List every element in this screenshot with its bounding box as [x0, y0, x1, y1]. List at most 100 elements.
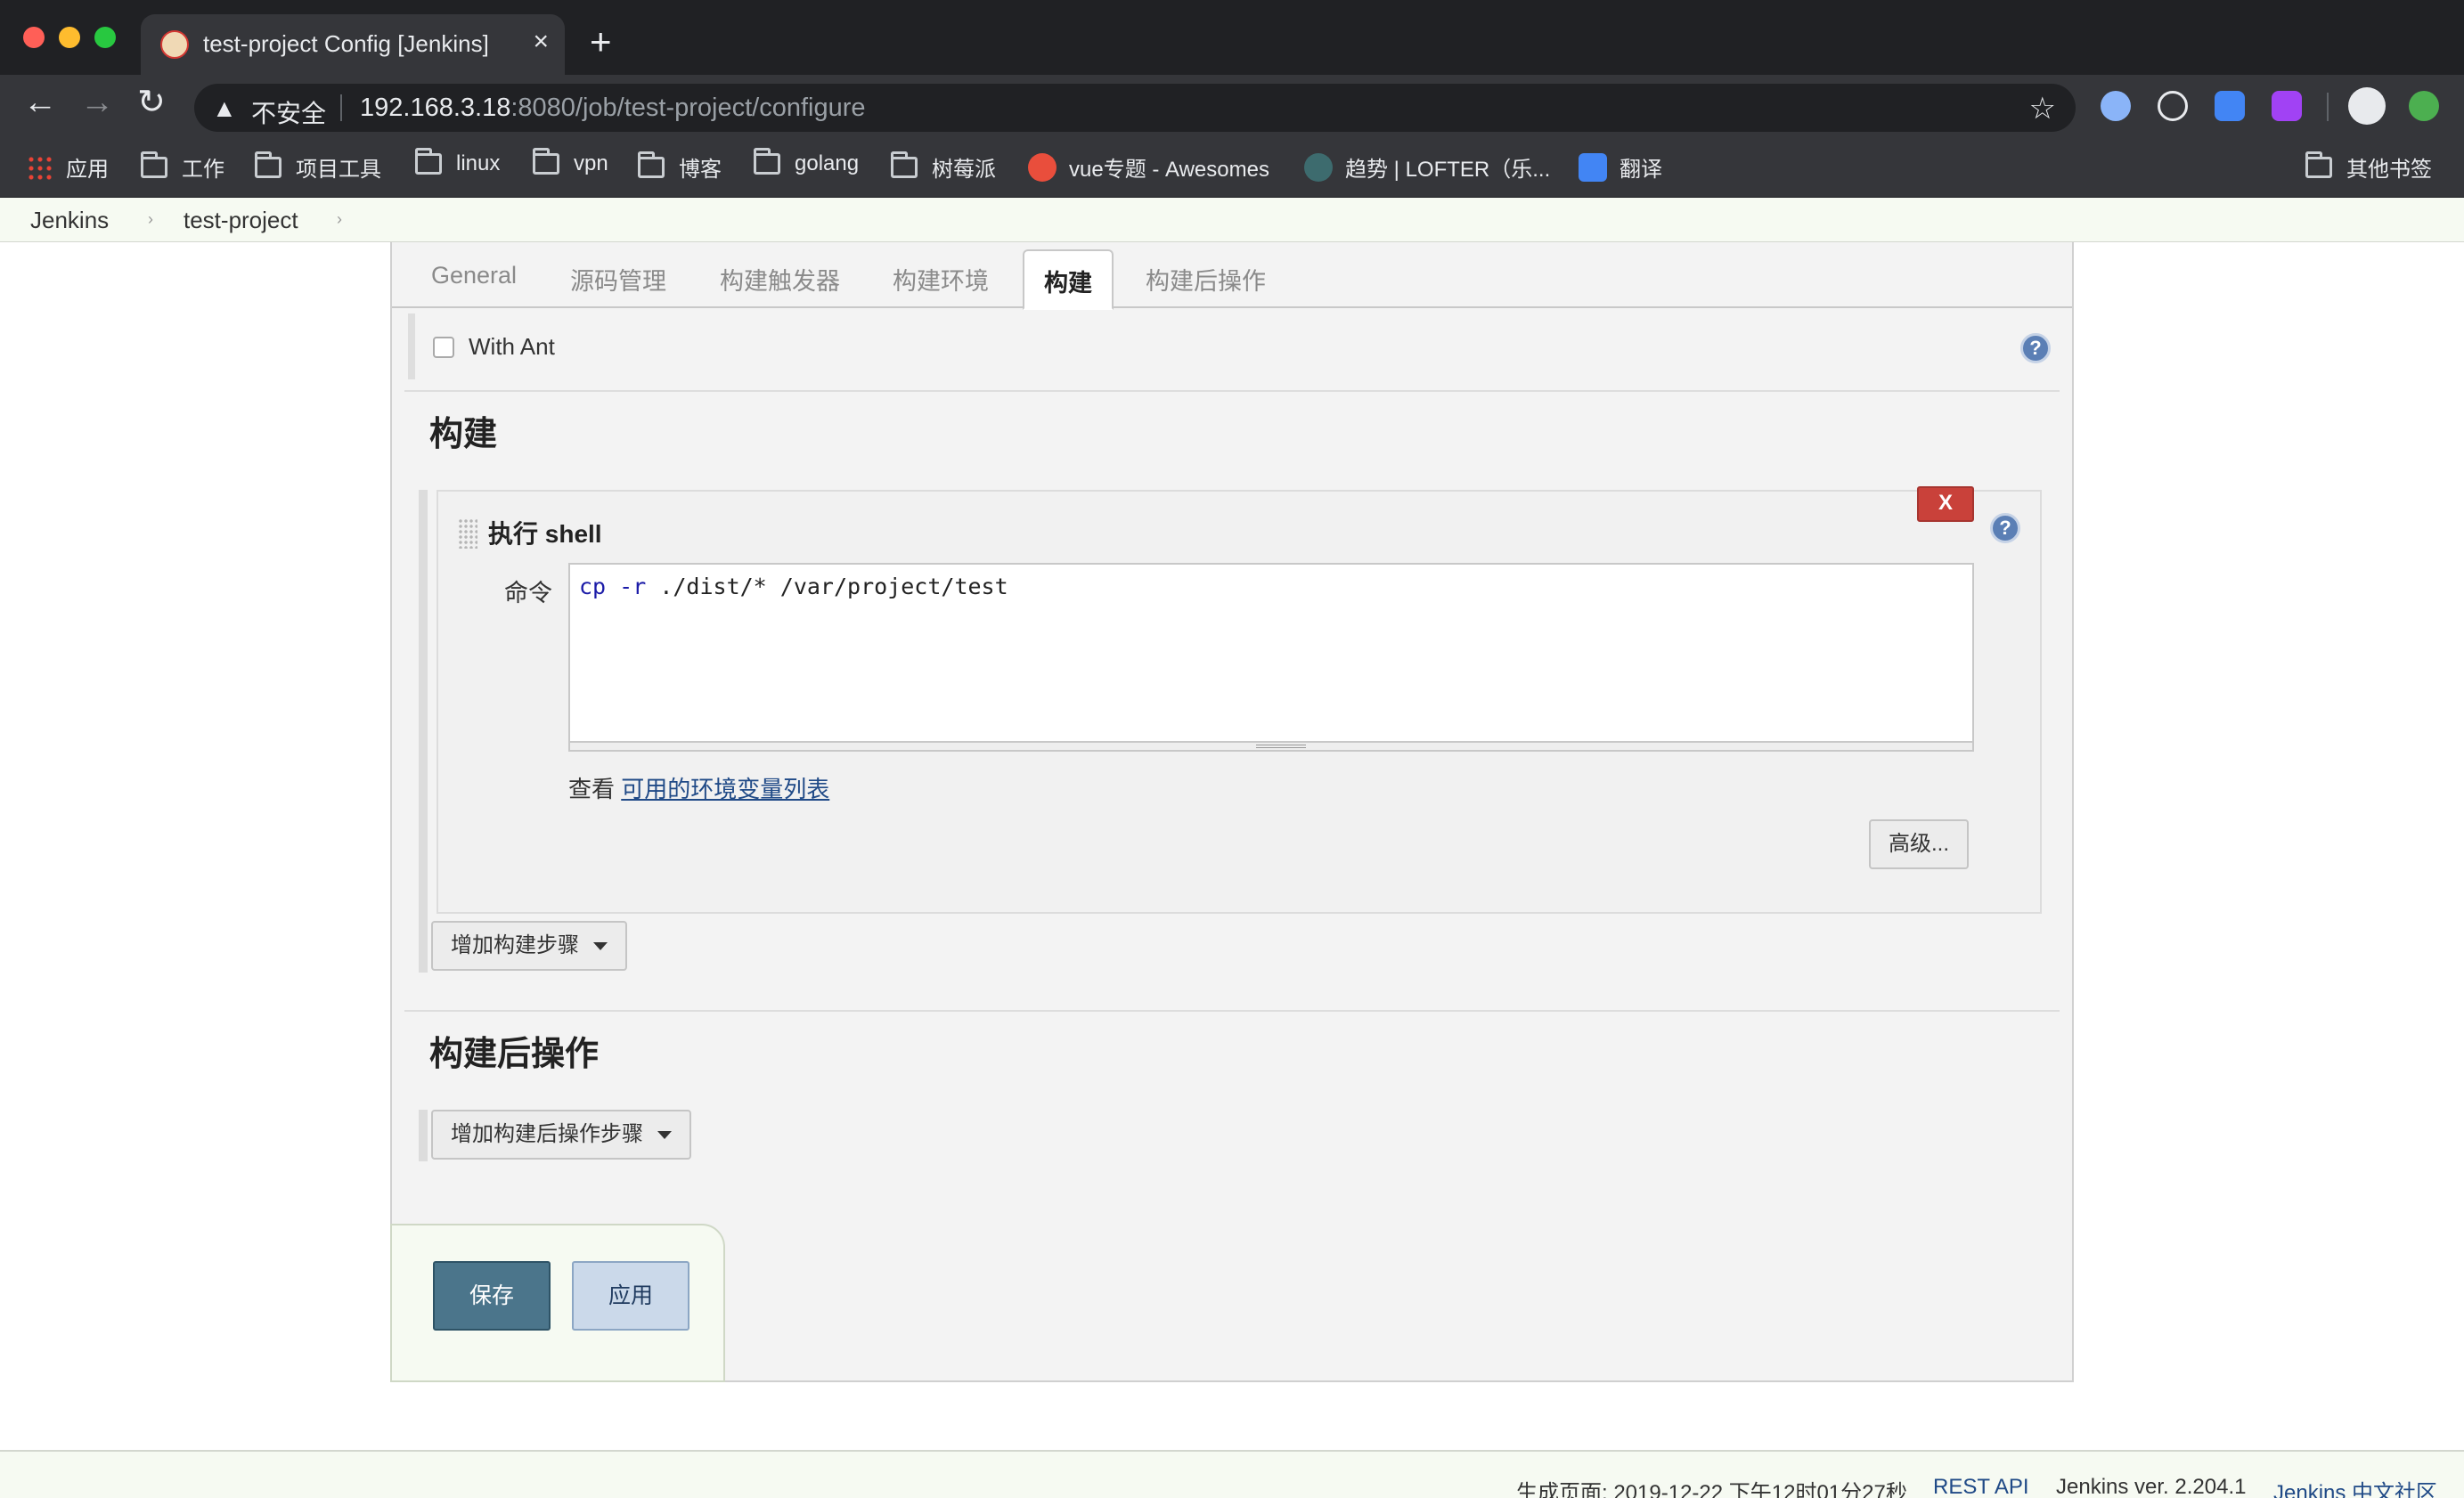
- tab-title: test-project Config [Jenkins]: [203, 30, 489, 57]
- bookmark-folder[interactable]: 树莓派: [891, 151, 996, 183]
- folder-icon: [255, 151, 281, 178]
- bookmark-folder[interactable]: golang: [754, 148, 859, 176]
- help-icon[interactable]: ?: [2020, 333, 2051, 363]
- omnibox-separator: [340, 94, 342, 121]
- with-ant-checkbox[interactable]: [433, 337, 454, 358]
- translate-icon: [1579, 152, 1607, 182]
- folder-icon: [141, 151, 167, 178]
- window-minimize-button[interactable]: [59, 27, 80, 48]
- bookmark-lofter[interactable]: 趋势 | LOFTER（乐...: [1304, 151, 1550, 183]
- tab-build[interactable]: 构建: [1023, 249, 1114, 310]
- breadcrumb-arrow-icon[interactable]: ›: [148, 210, 153, 229]
- folder-icon: [891, 151, 918, 178]
- back-arrow-icon[interactable]: ←: [23, 85, 57, 119]
- browser-tab-active[interactable]: test-project Config [Jenkins] ×: [141, 14, 565, 75]
- tab-triggers[interactable]: 构建触发器: [720, 262, 840, 297]
- folder-icon: [533, 148, 559, 175]
- bookmark-translate[interactable]: 翻译: [1579, 151, 1662, 183]
- breadcrumb-jenkins[interactable]: Jenkins: [30, 207, 109, 234]
- bottom-sticker: 保存 应用: [390, 1224, 725, 1382]
- forward-arrow-icon[interactable]: →: [80, 85, 114, 119]
- jenkins-favicon-icon: [160, 30, 189, 59]
- bookmark-apps[interactable]: 应用: [27, 151, 109, 183]
- bookmark-folder[interactable]: vpn: [533, 148, 608, 176]
- section-divider: [404, 1010, 2060, 1012]
- bookmark-folder[interactable]: 工作: [141, 151, 224, 183]
- with-ant-row: With Ant ?: [408, 313, 2056, 379]
- extension-3-icon[interactable]: [2215, 91, 2245, 121]
- build-section-title: 构建: [429, 416, 498, 453]
- extension-rp-icon[interactable]: [2272, 91, 2302, 121]
- post-build-section-title: 构建后操作: [429, 1036, 600, 1073]
- toolbar-separator: [2327, 93, 2329, 121]
- update-icon[interactable]: [2409, 91, 2439, 121]
- breadcrumb: Jenkins › test-project ›: [0, 198, 2464, 242]
- browser-toolbar: ← → ↻ ▲ 不安全 192.168.3.18:8080/job/test-p…: [0, 75, 2464, 139]
- apps-grid-icon: [27, 154, 52, 180]
- add-post-build-step-button[interactable]: 增加构建后操作步骤: [431, 1110, 691, 1160]
- address-bar[interactable]: ▲ 不安全 192.168.3.18:8080/job/test-project…: [194, 84, 2076, 132]
- help-icon[interactable]: ?: [1990, 513, 2020, 543]
- footer-community-link[interactable]: Jenkins 中文社区: [2273, 1475, 2437, 1498]
- window-zoom-button[interactable]: [94, 27, 116, 48]
- new-tab-button[interactable]: +: [590, 23, 612, 61]
- dropdown-caret-icon: [593, 942, 608, 951]
- bookmark-vue[interactable]: vue专题 - Awesomes: [1028, 151, 1269, 183]
- footer-generated-time: 生成页面: 2019-12-22 下午12时01分27秒: [1516, 1481, 1907, 1498]
- page-footer: 生成页面: 2019-12-22 下午12时01分27秒 REST API Je…: [0, 1450, 2464, 1498]
- shell-step-title: 执行 shell: [488, 520, 602, 548]
- with-ant-label: With Ant: [469, 333, 555, 360]
- section-divider: [404, 390, 2060, 392]
- tab-scm[interactable]: 源码管理: [570, 262, 666, 297]
- vue-site-icon: [1028, 152, 1057, 182]
- folder-icon: [754, 148, 780, 175]
- bookmark-folder[interactable]: 项目工具: [255, 151, 381, 183]
- dropdown-caret-icon: [657, 1131, 672, 1140]
- env-vars-link[interactable]: 可用的环境变量列表: [621, 776, 829, 802]
- bookmark-star-icon[interactable]: ☆: [2029, 91, 2056, 126]
- window-close-button[interactable]: [23, 27, 45, 48]
- config-tabbar: General 源码管理 构建触发器 构建环境 构建 构建后操作: [392, 242, 2072, 310]
- save-button[interactable]: 保存: [433, 1261, 551, 1331]
- url-path: :8080/job/test-project/configure: [510, 94, 866, 122]
- footer-rest-api-link[interactable]: REST API: [1933, 1475, 2029, 1498]
- footer-version: Jenkins ver. 2.204.1: [2056, 1475, 2247, 1498]
- add-build-step-button[interactable]: 增加构建步骤: [431, 921, 627, 971]
- command-text: cp -r ./dist/* /var/project/test: [579, 574, 1008, 599]
- env-vars-row: 查看 可用的环境变量列表: [568, 776, 830, 802]
- breadcrumb-arrow-icon[interactable]: ›: [337, 210, 342, 229]
- delete-step-button[interactable]: X: [1917, 486, 1974, 522]
- insecure-label: 不安全: [251, 100, 327, 127]
- shell-step: 执行 shell X ? 命令 cp -r ./dist/* /var/proj…: [437, 486, 2042, 914]
- bookmark-other-folder[interactable]: 其他书签: [2305, 151, 2432, 183]
- profile-avatar-icon[interactable]: [2348, 87, 2386, 125]
- textarea-resize-handle[interactable]: [570, 741, 1972, 750]
- browser-titlebar: test-project Config [Jenkins] × +: [0, 0, 2464, 75]
- warning-triangle-icon: ▲: [212, 94, 237, 122]
- tab-general[interactable]: General: [431, 262, 517, 289]
- advanced-button[interactable]: 高级...: [1869, 819, 1969, 869]
- lofter-site-icon: [1304, 152, 1333, 182]
- tab-post-build[interactable]: 构建后操作: [1146, 262, 1266, 297]
- tab-close-icon[interactable]: ×: [533, 27, 549, 57]
- reload-icon[interactable]: ↻: [137, 85, 166, 119]
- apply-button[interactable]: 应用: [572, 1261, 689, 1331]
- bookmark-folder[interactable]: 博客: [638, 151, 722, 183]
- folder-icon: [2305, 151, 2332, 178]
- tab-environment[interactable]: 构建环境: [893, 262, 989, 297]
- resize-grip-icon: [1256, 745, 1306, 748]
- extension-1-icon[interactable]: [2101, 91, 2131, 121]
- drag-handle-icon[interactable]: [458, 518, 477, 549]
- folder-icon: [638, 151, 665, 178]
- config-panel: General 源码管理 构建触发器 构建环境 构建 构建后操作 With An…: [390, 242, 2074, 1382]
- breadcrumb-project[interactable]: test-project: [184, 207, 298, 234]
- react-devtools-icon[interactable]: [2158, 91, 2188, 121]
- bookmarks-bar: 应用 工作 项目工具 linux vpn 博客 golang 树莓派 vue专题…: [0, 139, 2464, 198]
- folder-icon: [415, 148, 442, 175]
- url-text[interactable]: 192.168.3.18:8080/job/test-project/confi…: [360, 94, 866, 123]
- build-steps-block: 执行 shell X ? 命令 cp -r ./dist/* /var/proj…: [419, 486, 2042, 921]
- command-label: 命令: [504, 580, 552, 607]
- bookmark-folder[interactable]: linux: [415, 148, 500, 176]
- command-textarea[interactable]: cp -r ./dist/* /var/project/test: [568, 563, 1974, 752]
- add-post-build-step-wrap: 增加构建后操作步骤: [419, 1110, 691, 1161]
